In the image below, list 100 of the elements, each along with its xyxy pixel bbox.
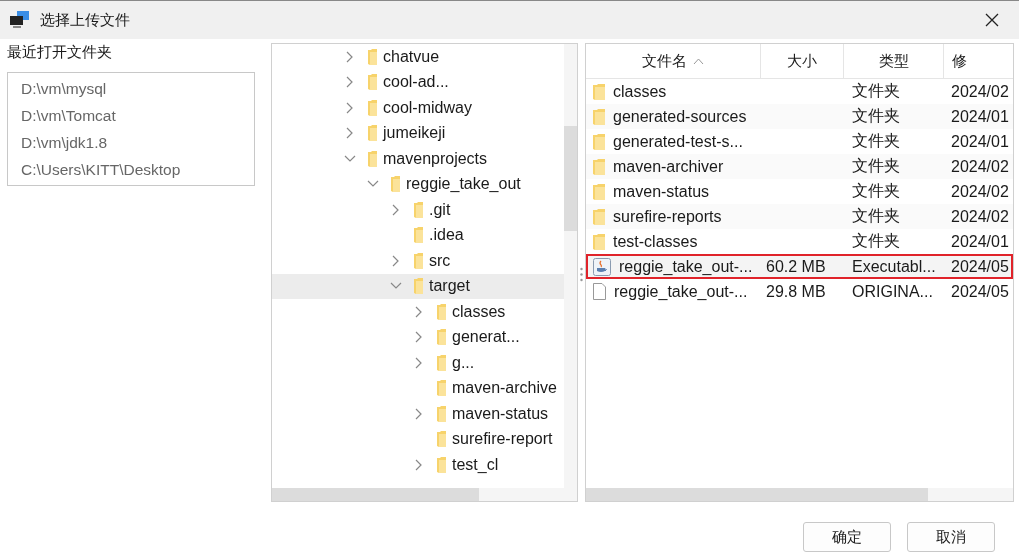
column-header[interactable]: 大小	[761, 44, 844, 78]
folder-icon	[437, 405, 446, 422]
file-type: Executabl...	[852, 257, 936, 276]
splitter-handle[interactable]	[580, 267, 583, 282]
file-type: 文件夹	[852, 131, 900, 151]
column-header[interactable]: 文件名	[586, 44, 761, 78]
file-date: 2024/02	[951, 157, 1009, 176]
monitor-icon	[10, 11, 30, 29]
tree-item[interactable]: cool-midway	[272, 95, 565, 121]
file-date: 2024/01	[951, 132, 1009, 151]
chevron-down-icon[interactable]	[344, 154, 356, 163]
folder-icon	[368, 48, 377, 65]
folder-icon	[437, 380, 446, 397]
file-row[interactable]: maven-archiver 文件夹 2024/02	[586, 154, 1013, 179]
file-name: generated-sources	[613, 107, 747, 126]
tree-item[interactable]: mavenprojects	[272, 146, 565, 172]
folder-icon	[368, 74, 377, 91]
file-date: 2024/05	[951, 257, 1009, 276]
file-type: 文件夹	[852, 106, 900, 126]
file-row[interactable]: test-classes 文件夹 2024/01	[586, 229, 1013, 254]
file-name: maven-archiver	[613, 157, 724, 176]
folder-icon	[368, 99, 377, 116]
folder-icon	[437, 354, 446, 371]
file-type: 文件夹	[852, 81, 900, 101]
chevron-down-icon[interactable]	[390, 282, 402, 291]
folder-icon	[368, 125, 377, 142]
file-name: test-classes	[613, 232, 698, 251]
recent-folder-item[interactable]: D:\vm\mysql	[8, 75, 254, 102]
file-name: maven-status	[613, 182, 710, 201]
file-date: 2024/02	[951, 182, 1009, 201]
file-type: 文件夹	[852, 231, 900, 251]
file-date: 2024/02	[951, 207, 1009, 226]
tree-item[interactable]: classes	[272, 299, 565, 325]
folder-icon	[593, 208, 605, 225]
recent-folder-item[interactable]: D:\vm\Tomcat	[8, 102, 254, 129]
tree-item[interactable]: maven-archive	[272, 375, 565, 401]
cancel-button[interactable]: 取消	[907, 522, 995, 552]
tree-item[interactable]: test_cl	[272, 452, 565, 478]
tree-item[interactable]: maven-status	[272, 401, 565, 427]
tree-item[interactable]: jumeikeji	[272, 120, 565, 146]
file-row[interactable]: surefire-reports 文件夹 2024/02	[586, 204, 1013, 229]
file-date: 2024/01	[951, 232, 1009, 251]
tree-item[interactable]: reggie_take_out	[272, 171, 565, 197]
file-type: 文件夹	[852, 181, 900, 201]
file-type: 文件夹	[852, 206, 900, 226]
window-title: 选择上传文件	[40, 10, 130, 30]
file-size: 60.2 MB	[766, 257, 826, 276]
folder-icon	[593, 158, 605, 175]
tree-item[interactable]: chatvue	[272, 44, 565, 70]
ok-button[interactable]: 确定	[803, 522, 891, 552]
folder-icon	[437, 456, 446, 473]
file-type: ORIGINA...	[852, 282, 933, 301]
file-row[interactable]: generated-sources 文件夹 2024/01	[586, 104, 1013, 129]
recent-folder-item[interactable]: D:\vm\jdk1.8	[8, 129, 254, 156]
folder-icon	[414, 227, 423, 244]
folder-icon	[437, 329, 446, 346]
folder-icon	[414, 278, 423, 295]
file-type: 文件夹	[852, 156, 900, 176]
file-row[interactable]: generated-test-s... 文件夹 2024/01	[586, 129, 1013, 154]
tree-item[interactable]: generat...	[272, 324, 565, 350]
file-name: reggie_take_out-...	[614, 282, 748, 301]
scrollbar[interactable]	[272, 488, 577, 501]
folder-icon	[593, 108, 605, 125]
tree-item[interactable]: .idea	[272, 222, 565, 248]
file-date: 2024/01	[951, 107, 1009, 126]
scrollbar[interactable]	[586, 488, 1013, 501]
folder-icon	[593, 233, 605, 250]
folder-icon	[437, 303, 446, 320]
file-row[interactable]: reggie_take_out-... 60.2 MB Executabl... 2024/05	[586, 254, 1013, 279]
tree-item[interactable]: g...	[272, 350, 565, 376]
tree-item[interactable]: cool-ad...	[272, 69, 565, 95]
file-icon	[593, 283, 606, 300]
scrollbar[interactable]	[564, 44, 577, 488]
chevron-down-icon[interactable]	[367, 180, 379, 189]
folder-icon	[414, 252, 423, 269]
folder-icon	[414, 201, 423, 218]
folder-icon	[391, 176, 400, 193]
file-date: 2024/02	[951, 82, 1009, 101]
folder-icon	[368, 150, 377, 167]
file-name: generated-test-s...	[613, 132, 743, 151]
column-header[interactable]: 修	[944, 44, 1013, 78]
file-row[interactable]: classes 文件夹 2024/02	[586, 79, 1013, 104]
recent-folder-item[interactable]: C:\Users\KITT\Desktop	[8, 156, 254, 183]
folder-icon	[593, 133, 605, 150]
close-icon[interactable]	[985, 13, 999, 27]
folder-icon	[593, 83, 605, 100]
tree-item[interactable]: target	[272, 273, 565, 299]
column-header[interactable]: 类型	[844, 44, 944, 78]
tree-item[interactable]: src	[272, 248, 565, 274]
file-date: 2024/05	[951, 282, 1009, 301]
file-name: surefire-reports	[613, 207, 722, 226]
file-row[interactable]: reggie_take_out-... 29.8 MB ORIGINA... 2024/05	[586, 279, 1013, 304]
folder-icon	[437, 431, 446, 448]
coffee-cup-icon	[593, 257, 611, 276]
tree-item[interactable]: .git	[272, 197, 565, 223]
tree-item[interactable]: surefire-report	[272, 426, 565, 452]
file-row[interactable]: maven-status 文件夹 2024/02	[586, 179, 1013, 204]
file-name: reggie_take_out-...	[619, 257, 753, 276]
folder-icon	[593, 183, 605, 200]
file-size: 29.8 MB	[766, 282, 826, 301]
